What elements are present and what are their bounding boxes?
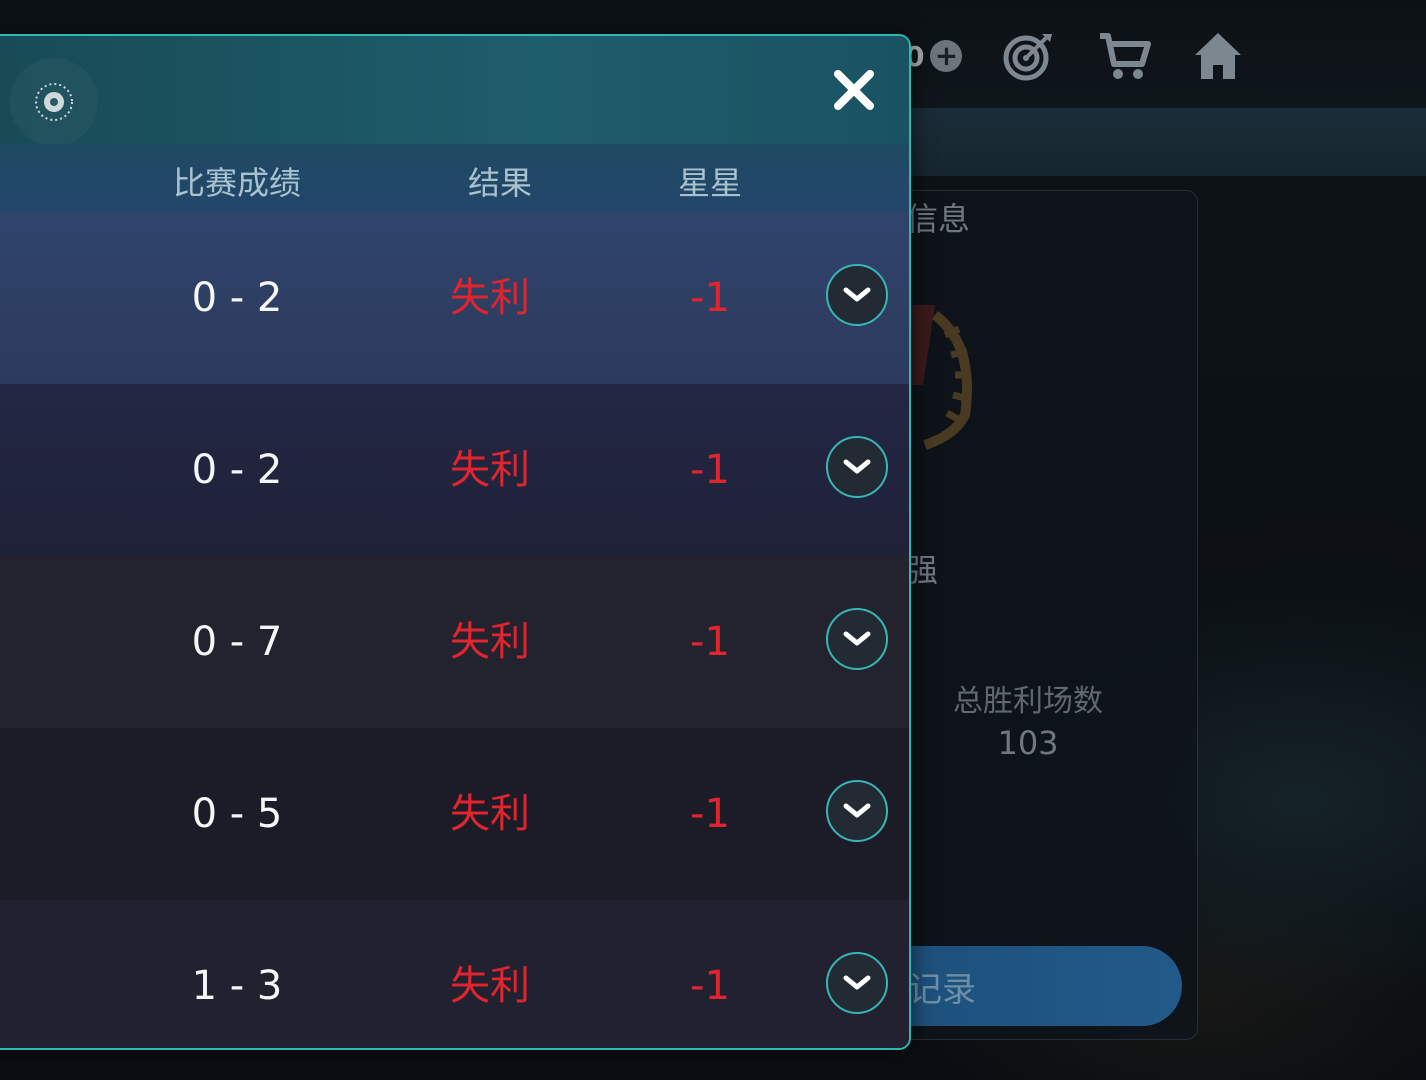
chevron-down-icon xyxy=(843,631,871,646)
expand-button[interactable] xyxy=(826,952,888,1014)
total-wins-value: 103 xyxy=(997,724,1059,762)
record-button-label: 记录 xyxy=(908,970,976,1010)
chevron-down-icon xyxy=(843,287,871,302)
score-value: 0 - 2 xyxy=(191,447,283,493)
score-value: 0 - 2 xyxy=(191,275,283,321)
score-value: 0 - 5 xyxy=(191,791,283,837)
chevron-down-icon xyxy=(843,803,871,818)
stars-value: -1 xyxy=(690,275,730,321)
table-row: 0 - 7 失利 -1 xyxy=(0,556,909,728)
target-icon[interactable] xyxy=(1000,28,1056,84)
stars-value: -1 xyxy=(690,963,730,1009)
settings-icon xyxy=(35,83,73,121)
close-icon xyxy=(834,70,874,110)
plus-icon[interactable]: + xyxy=(930,40,963,72)
laurel-badge-icon xyxy=(905,295,985,455)
stars-value: -1 xyxy=(690,619,730,665)
home-icon[interactable] xyxy=(1190,28,1246,84)
stars-value: -1 xyxy=(690,791,730,837)
column-score: 比赛成绩 xyxy=(172,164,301,202)
chevron-down-icon xyxy=(843,975,871,990)
currency-display[interactable]: 0 + xyxy=(905,36,963,76)
close-button[interactable] xyxy=(830,66,878,114)
cart-icon[interactable] xyxy=(1096,28,1152,84)
column-result: 结果 xyxy=(467,164,532,202)
table-row: 1 - 3 失利 -1 xyxy=(0,900,909,1048)
column-stars: 星星 xyxy=(677,164,742,202)
score-value: 1 - 3 xyxy=(191,963,283,1009)
total-wins-label: 总胜利场数 xyxy=(953,684,1103,719)
expand-button[interactable] xyxy=(826,264,888,326)
result-value: 失利 xyxy=(450,275,530,321)
expand-button[interactable] xyxy=(826,436,888,498)
modal-header xyxy=(0,36,909,144)
table-row: 0 - 2 失利 -1 xyxy=(0,212,909,384)
table-row: 0 - 2 失利 -1 xyxy=(0,384,909,556)
result-value: 失利 xyxy=(450,791,530,837)
settings-button[interactable] xyxy=(10,58,98,146)
table-row: 0 - 5 失利 -1 xyxy=(0,728,909,900)
info-title: 信息 xyxy=(906,200,971,238)
result-value: 失利 xyxy=(450,447,530,493)
match-list: 0 - 2 失利 -1 0 - 2 失利 -1 0 - 7 失利 -1 0 - … xyxy=(0,212,909,1048)
sub-bar xyxy=(880,108,1426,176)
column-header: 比赛成绩 结果 星星 xyxy=(0,144,909,212)
stars-value: -1 xyxy=(690,447,730,493)
result-value: 失利 xyxy=(450,619,530,665)
result-value: 失利 xyxy=(450,963,530,1009)
expand-button[interactable] xyxy=(826,608,888,670)
chevron-down-icon xyxy=(843,459,871,474)
match-history-modal: 比赛成绩 结果 星星 0 - 2 失利 -1 0 - 2 失利 -1 0 - 7… xyxy=(0,34,911,1050)
expand-button[interactable] xyxy=(826,780,888,842)
score-value: 0 - 7 xyxy=(191,619,283,665)
